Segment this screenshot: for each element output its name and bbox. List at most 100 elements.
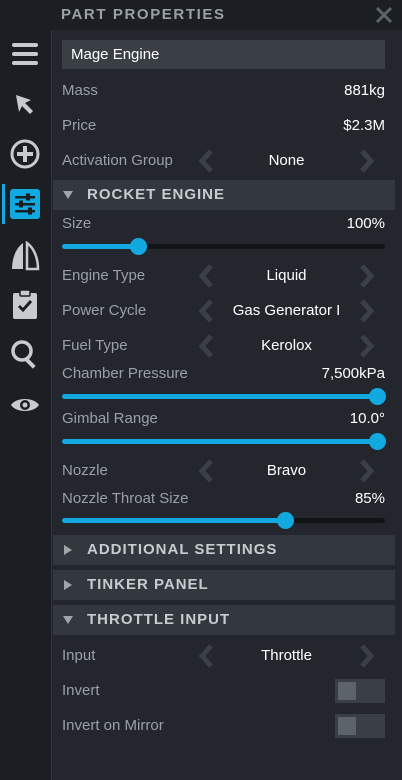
- activation-group-value: None: [268, 152, 305, 169]
- chevron-left-icon[interactable]: [194, 333, 220, 359]
- fuel-type-row: Fuel Type Kerolox: [62, 331, 385, 361]
- size-slider[interactable]: [62, 236, 385, 256]
- panel-title: PART PROPERTIES: [61, 6, 226, 23]
- slider-fill: [62, 439, 377, 444]
- toggle-knob: [338, 717, 356, 735]
- chevron-right-icon[interactable]: [353, 458, 379, 484]
- nozzle-throat-slider[interactable]: [62, 510, 385, 530]
- toggle-knob: [338, 682, 356, 700]
- slider-fill: [62, 394, 377, 399]
- menu-button[interactable]: [2, 34, 48, 74]
- select-tool-button[interactable]: [2, 85, 48, 125]
- part-properties-icon: [10, 189, 40, 219]
- caret-down-icon: [63, 191, 73, 199]
- fuel-type-label: Fuel Type: [62, 337, 128, 354]
- price-value: $2.3M: [343, 117, 385, 134]
- size-value: 100%: [346, 215, 385, 232]
- tinker-panel-title: TINKER PANEL: [87, 576, 209, 593]
- slider-thumb[interactable]: [276, 512, 294, 529]
- slider-fill: [62, 244, 138, 249]
- nozzle-label: Nozzle: [62, 462, 108, 479]
- power-cycle-value: Gas Generator I: [232, 302, 341, 319]
- rocket-engine-title: ROCKET ENGINE: [87, 186, 226, 203]
- symmetry-icon: [12, 240, 40, 271]
- chevron-left-icon[interactable]: [194, 263, 220, 289]
- slider-thumb[interactable]: [129, 238, 147, 255]
- activation-group-row: Activation Group None: [62, 146, 385, 176]
- checklist-icon: [13, 289, 37, 319]
- invert-label: Invert: [62, 682, 100, 699]
- throttle-input-title: THROTTLE INPUT: [87, 611, 231, 628]
- invert-on-mirror-toggle[interactable]: [335, 714, 385, 738]
- activation-group-label: Activation Group: [62, 152, 173, 169]
- search-icon: [11, 340, 36, 369]
- size-label: Size: [62, 215, 92, 232]
- additional-settings-title: ADDITIONAL SETTINGS: [87, 541, 278, 558]
- power-cycle-label: Power Cycle: [62, 302, 147, 319]
- chamber-pressure-slider[interactable]: [62, 386, 386, 406]
- chevron-right-icon[interactable]: [353, 643, 379, 669]
- input-label: Input: [62, 647, 96, 664]
- cursor-icon: [16, 95, 33, 114]
- invert-on-mirror-row: Invert on Mirror: [62, 711, 385, 741]
- visibility-icon: [11, 399, 39, 411]
- add-part-icon: [10, 139, 40, 169]
- invert-toggle[interactable]: [335, 679, 385, 703]
- gimbal-range-slider[interactable]: [62, 431, 386, 451]
- fuel-type-value: Kerolox: [261, 337, 312, 354]
- chamber-pressure-label: Chamber Pressure: [62, 365, 188, 382]
- chevron-left-icon[interactable]: [194, 458, 220, 484]
- gimbal-range-row: Gimbal Range 10.0°: [62, 404, 385, 434]
- mass-row: Mass 881kg: [62, 76, 385, 106]
- menu-icon: [12, 43, 38, 65]
- part-properties-panel: PART PROPERTIES Mage Engine Mass 881kg P…: [51, 0, 402, 780]
- slider-thumb[interactable]: [369, 388, 386, 405]
- symmetry-button[interactable]: [2, 236, 48, 276]
- chamber-pressure-value: 7,500kPa: [321, 365, 385, 382]
- chevron-left-icon[interactable]: [194, 643, 220, 669]
- part-name-field[interactable]: Mage Engine: [62, 40, 385, 69]
- invert-on-mirror-label: Invert on Mirror: [62, 717, 164, 734]
- rocket-engine-section-header[interactable]: ROCKET ENGINE: [53, 180, 395, 210]
- caret-right-icon: [64, 545, 72, 555]
- engine-type-label: Engine Type: [62, 267, 146, 284]
- engine-type-value: Liquid: [266, 267, 307, 284]
- invert-row: Invert: [62, 676, 385, 706]
- tinker-panel-section-header[interactable]: TINKER PANEL: [53, 570, 395, 600]
- close-icon[interactable]: [374, 5, 394, 25]
- engine-type-row: Engine Type Liquid: [62, 261, 385, 291]
- add-part-button[interactable]: [2, 134, 48, 174]
- additional-settings-section-header[interactable]: ADDITIONAL SETTINGS: [53, 535, 395, 565]
- nozzle-throat-label: Nozzle Throat Size: [62, 490, 189, 507]
- chevron-left-icon[interactable]: [194, 298, 220, 324]
- chevron-right-icon[interactable]: [353, 148, 379, 174]
- nozzle-throat-value: 85%: [354, 490, 385, 507]
- power-cycle-row: Power Cycle Gas Generator I: [62, 296, 385, 326]
- chevron-left-icon[interactable]: [194, 148, 220, 174]
- slider-fill: [62, 518, 285, 523]
- visibility-button[interactable]: [2, 385, 48, 425]
- sidebar: [0, 0, 52, 780]
- chevron-right-icon[interactable]: [353, 298, 379, 324]
- price-label: Price: [62, 117, 97, 134]
- search-button[interactable]: [2, 334, 48, 374]
- chevron-right-icon[interactable]: [353, 263, 379, 289]
- nozzle-value: Bravo: [266, 462, 307, 479]
- gimbal-range-value: 10.0°: [349, 410, 385, 427]
- checklist-button[interactable]: [2, 284, 48, 324]
- slider-thumb[interactable]: [369, 433, 386, 450]
- input-value: Throttle: [261, 647, 312, 664]
- nozzle-row: Nozzle Bravo: [62, 456, 385, 486]
- throttle-input-section-header[interactable]: THROTTLE INPUT: [53, 605, 395, 635]
- caret-down-icon: [63, 616, 73, 624]
- panel-titlebar: PART PROPERTIES: [51, 0, 402, 30]
- chevron-right-icon[interactable]: [353, 333, 379, 359]
- size-row: Size 100%: [62, 209, 385, 239]
- part-properties-button[interactable]: [2, 184, 48, 224]
- mass-value: 881kg: [344, 82, 385, 99]
- input-row: Input Throttle: [62, 641, 385, 671]
- gimbal-range-label: Gimbal Range: [62, 410, 158, 427]
- mass-label: Mass: [62, 82, 98, 99]
- chamber-pressure-row: Chamber Pressure 7,500kPa: [62, 359, 385, 389]
- price-row: Price $2.3M: [62, 111, 385, 141]
